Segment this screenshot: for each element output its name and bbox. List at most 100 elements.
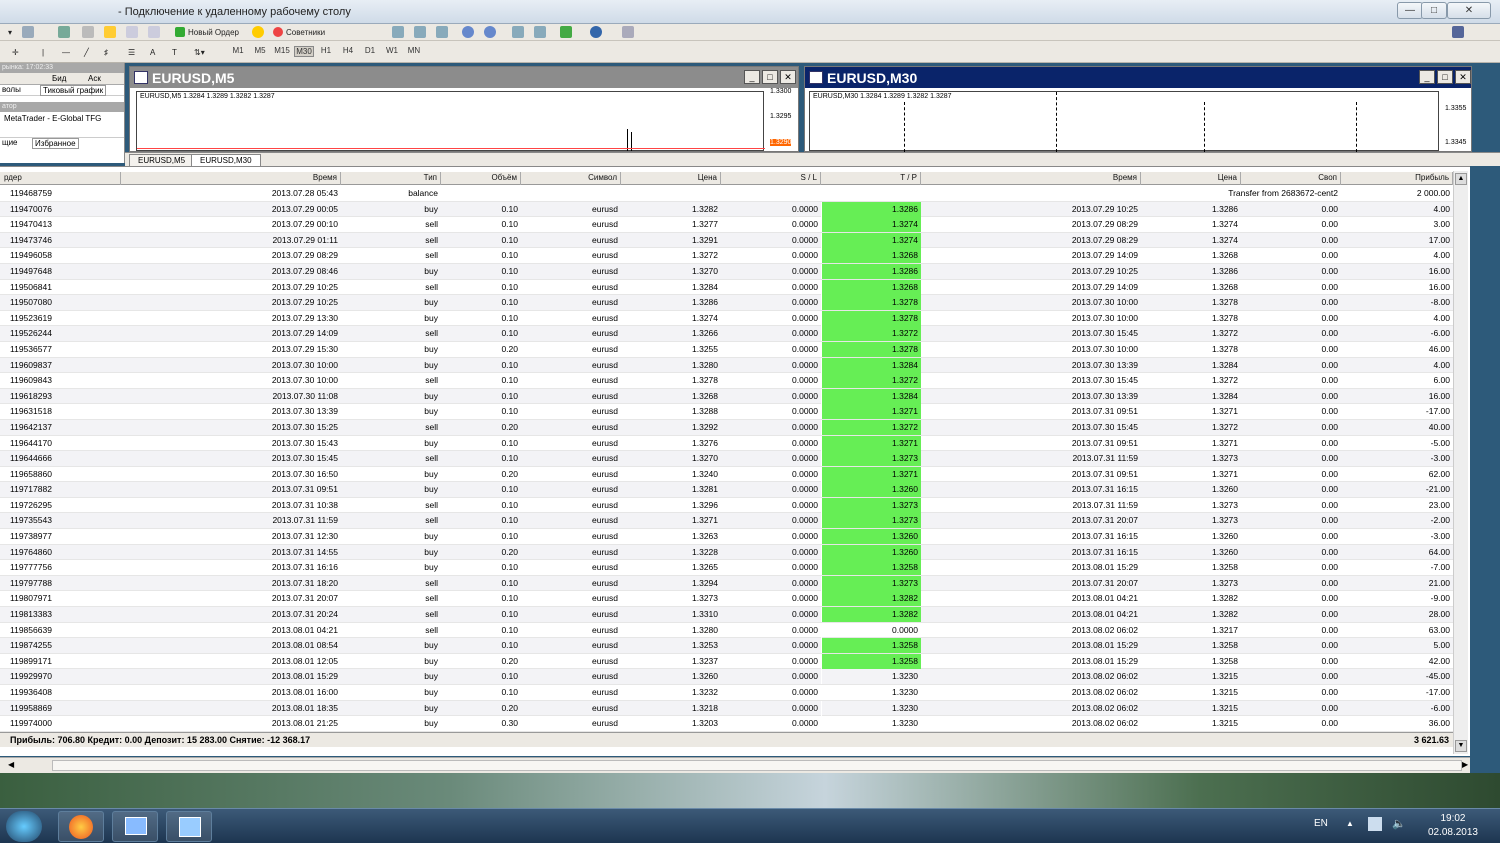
table-row[interactable]: 119526244 2013.07.29 14:09 sell 0.10 eurusd 1… [0, 326, 1453, 342]
table-row[interactable]: 119974000 2013.08.01 21:25 buy 0.30 eurusd 1.… [0, 716, 1453, 732]
chart-m30-minimize-button[interactable]: _ [1419, 70, 1435, 84]
arrows-icon[interactable]: ⇅▾ [194, 45, 205, 59]
mw-tab-tick-chart[interactable]: Тиковый график [40, 85, 107, 96]
chart-shift-icon[interactable] [534, 25, 546, 39]
menu-dropdown-icon[interactable]: ▾ [8, 25, 12, 39]
chart-m30-plot[interactable] [809, 91, 1439, 152]
scroll-thumb[interactable] [52, 760, 1462, 771]
chart-window-m30[interactable]: EURUSD,M30 _ □ ✕ EURUSD,M30 1.3284 1.328… [804, 66, 1472, 152]
timeframe-m1[interactable]: M1 [228, 46, 248, 55]
column-header[interactable]: Тип [341, 172, 441, 185]
table-row[interactable]: 119874255 2013.08.01 08:54 buy 0.10 eurusd 1.… [0, 638, 1453, 654]
column-header[interactable]: Время [121, 172, 341, 185]
table-row[interactable]: 119631518 2013.07.30 13:39 buy 0.10 eurusd 1.… [0, 404, 1453, 420]
timeframe-m30[interactable]: M30 [294, 46, 314, 57]
column-header[interactable]: Цена [621, 172, 721, 185]
text-label-icon[interactable]: T [172, 45, 177, 59]
new-order-button[interactable]: Новый Ордер [175, 25, 239, 39]
zoom-in-icon[interactable] [462, 25, 474, 39]
timeframe-mn[interactable]: MN [404, 46, 424, 55]
table-row[interactable]: 119497648 2013.07.29 08:46 buy 0.10 eurusd 1.… [0, 263, 1453, 280]
zoom-out-icon[interactable] [484, 25, 496, 39]
help-icon[interactable] [1452, 25, 1464, 39]
scroll-right-icon[interactable]: ▶ [1462, 760, 1468, 769]
chart-m5-maximize-button[interactable]: □ [762, 70, 778, 84]
table-row[interactable]: 119929970 2013.08.01 15:29 buy 0.10 eurusd 1.… [0, 669, 1453, 685]
table-row[interactable]: 119726295 2013.07.31 10:38 sell 0.10 eurusd 1… [0, 497, 1453, 514]
scroll-left-icon[interactable]: ◀ [8, 760, 14, 769]
chart-window-m5[interactable]: EURUSD,M5 _ □ ✕ EURUSD,M5 1.3284 1.3289 … [129, 66, 799, 152]
table-row[interactable]: 119958869 2013.08.01 18:35 buy 0.20 eurusd 1.… [0, 700, 1453, 717]
table-row[interactable]: 119764860 2013.07.31 14:55 buy 0.20 eurusd 1.… [0, 544, 1453, 561]
templates-icon[interactable] [622, 25, 634, 39]
table-row[interactable]: 119618293 2013.07.30 11:08 buy 0.10 eurusd 1.… [0, 388, 1453, 405]
autoscroll-icon[interactable] [512, 25, 524, 39]
print-icon[interactable] [22, 25, 34, 39]
column-header[interactable]: T / P [821, 172, 921, 185]
table-row[interactable]: 119523619 2013.07.29 13:30 buy 0.10 eurusd 1.… [0, 310, 1453, 327]
table-row[interactable]: 119658860 2013.07.30 16:50 buy 0.20 eurusd 1.… [0, 466, 1453, 483]
table-row[interactable]: 119797788 2013.07.31 18:20 sell 0.10 eurusd 1… [0, 575, 1453, 592]
timeframe-h4[interactable]: H4 [338, 46, 358, 55]
table-row[interactable]: 119609843 2013.07.30 10:00 sell 0.10 eurusd 1… [0, 373, 1453, 389]
column-header[interactable]: Цена [1141, 172, 1241, 185]
favorites-icon[interactable] [104, 25, 116, 39]
table-row[interactable]: 119936408 2013.08.01 16:00 buy 0.10 eurusd 1.… [0, 685, 1453, 701]
nav-tab-favorites[interactable]: Избранное [32, 138, 79, 149]
chart-m5-close-button[interactable]: ✕ [780, 70, 796, 84]
advisors-button[interactable]: Советники [273, 25, 325, 39]
vertical-scrollbar[interactable]: ▲ ▼ [1453, 171, 1468, 754]
horizontal-scrollbar[interactable]: ◀ ▶ [0, 757, 1470, 773]
scroll-down-icon[interactable]: ▼ [1455, 740, 1467, 752]
table-row[interactable]: 119609837 2013.07.30 10:00 buy 0.10 eurusd 1.… [0, 357, 1453, 374]
chart-m30-maximize-button[interactable]: □ [1437, 70, 1453, 84]
volume-icon[interactable]: 🔈 [1392, 817, 1406, 830]
start-button-icon[interactable] [6, 811, 42, 842]
table-row[interactable]: 119899171 2013.08.01 12:05 buy 0.20 eurusd 1.… [0, 653, 1453, 670]
table-row[interactable]: 119506841 2013.07.29 10:25 sell 0.10 eurusd 1… [0, 279, 1453, 296]
column-header[interactable]: Время [921, 172, 1141, 185]
table-row[interactable]: 119644170 2013.07.30 15:43 buy 0.10 eurusd 1.… [0, 435, 1453, 452]
timeframe-w1[interactable]: W1 [382, 46, 402, 55]
table-row[interactable]: 119507080 2013.07.29 10:25 buy 0.10 eurusd 1.… [0, 295, 1453, 311]
column-header[interactable]: Своп [1241, 172, 1341, 185]
table-row[interactable]: 119735543 2013.07.31 11:59 sell 0.10 eurusd 1… [0, 513, 1453, 530]
mw-tab-symbols[interactable]: волы [2, 85, 21, 94]
warning-icon[interactable] [252, 25, 264, 39]
maximize-button[interactable]: □ [1421, 2, 1447, 19]
table-row[interactable]: 119807971 2013.07.31 20:07 sell 0.10 eurusd 1… [0, 591, 1453, 608]
profiles-icon[interactable] [58, 25, 70, 39]
vertical-line-icon[interactable]: | [42, 45, 44, 59]
market-watch-icon[interactable] [82, 25, 94, 39]
close-button[interactable]: ✕ [1447, 2, 1491, 19]
column-header[interactable]: S / L [721, 172, 821, 185]
network-icon[interactable] [1368, 817, 1382, 831]
table-row[interactable]: 119856639 2013.08.01 04:21 sell 0.10 eurusd 1… [0, 622, 1453, 639]
minimize-button[interactable]: — [1397, 2, 1423, 19]
firefox-icon[interactable] [58, 811, 104, 842]
table-row[interactable]: 119717882 2013.07.31 09:51 buy 0.10 eurusd 1.… [0, 482, 1453, 498]
crosshair-icon[interactable]: ✛ [12, 45, 19, 59]
timeframe-d1[interactable]: D1 [360, 46, 380, 55]
channel-icon[interactable]: ♯ [104, 45, 108, 59]
candle-chart-icon[interactable] [414, 25, 426, 39]
table-row[interactable]: 119470076 2013.07.29 00:05 buy 0.10 eurusd 1.… [0, 201, 1453, 218]
fibonacci-icon[interactable]: ☰ [128, 45, 135, 59]
scroll-up-icon[interactable]: ▲ [1455, 173, 1467, 185]
timeframe-m15[interactable]: M15 [272, 46, 292, 55]
column-header[interactable]: Символ [521, 172, 621, 185]
chart-m5-plot[interactable] [136, 91, 765, 151]
tray-arrow-icon[interactable]: ▲ [1346, 819, 1354, 828]
clock[interactable]: 19:02 02.08.2013 [1428, 812, 1478, 840]
column-header[interactable]: рдер [0, 172, 121, 185]
table-row-balance[interactable]: 119468759 2013.07.28 05:43 balance Transfer… [0, 186, 1453, 202]
text-icon[interactable]: A [150, 45, 155, 59]
nav-tab-common[interactable]: щие [2, 138, 18, 147]
terminal-icon[interactable] [148, 25, 160, 39]
trendline-icon[interactable]: ╱ [84, 45, 89, 59]
table-row[interactable]: 119496058 2013.07.29 08:29 sell 0.10 eurusd 1… [0, 248, 1453, 264]
timeframe-m5[interactable]: M5 [250, 46, 270, 55]
table-row[interactable]: 119644666 2013.07.30 15:45 sell 0.10 eurusd 1… [0, 451, 1453, 467]
column-header[interactable]: Прибыль [1341, 172, 1453, 185]
table-row[interactable]: 119777756 2013.07.31 16:16 buy 0.10 eurusd 1.… [0, 560, 1453, 576]
